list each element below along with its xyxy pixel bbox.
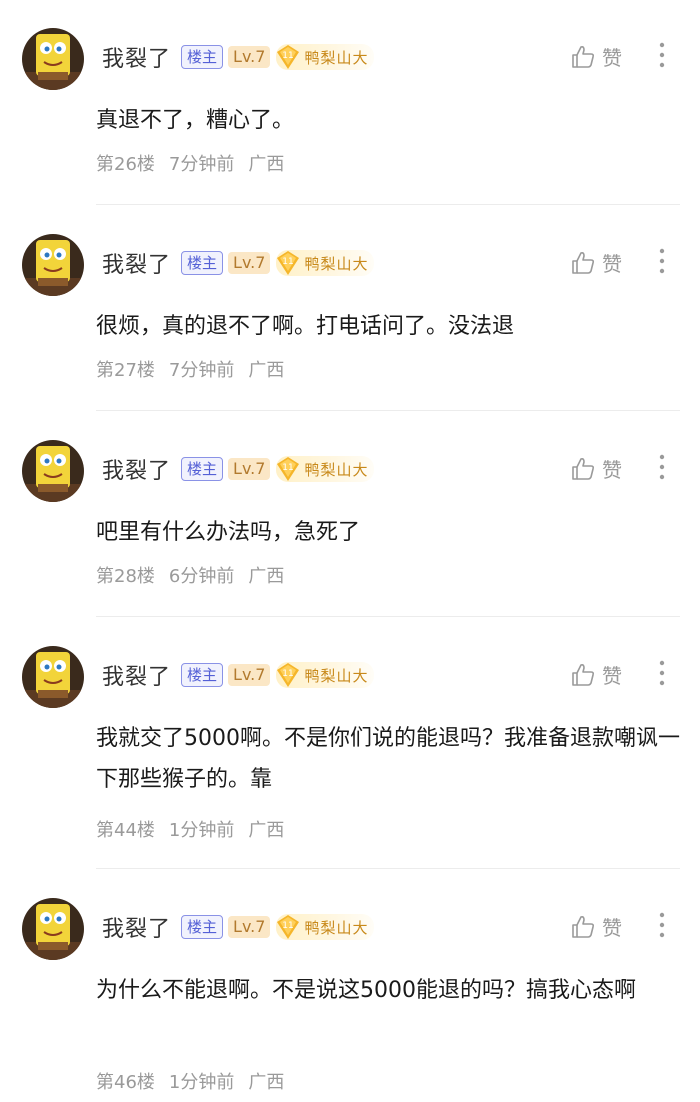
- diamond-badge-icon: 11: [277, 45, 300, 69]
- svg-text:11: 11: [283, 257, 294, 267]
- location: 广西: [248, 360, 285, 381]
- fan-badge[interactable]: 11 鸭梨山大: [276, 250, 375, 276]
- like-label: 赞: [602, 458, 622, 482]
- like-label: 赞: [602, 916, 622, 940]
- thumbs-up-icon: [572, 251, 595, 274]
- more-options-icon[interactable]: [652, 452, 672, 482]
- fan-group-name: 鸭梨山大: [304, 666, 369, 685]
- level-badge: Lv.7: [228, 46, 271, 68]
- level-badge: Lv.7: [228, 664, 271, 686]
- like-label: 赞: [602, 664, 622, 688]
- comment-content: 很烦，真的退不了啊。打电话问了。没法退: [96, 314, 515, 339]
- fan-group-name: 鸭梨山大: [304, 460, 369, 479]
- svg-text:11: 11: [283, 921, 294, 931]
- thumbs-up-icon: [572, 663, 595, 686]
- thumbs-up-icon: [572, 915, 595, 938]
- comment-meta: 第28楼 6分钟前 广西: [96, 562, 298, 588]
- op-badge: 楼主: [181, 45, 224, 69]
- more-options-icon[interactable]: [652, 246, 672, 276]
- divider: [96, 616, 680, 617]
- post-time: 7分钟前: [168, 360, 235, 381]
- floor-number: 第44楼: [96, 820, 155, 841]
- like-button[interactable]: 赞: [570, 912, 622, 941]
- fan-badge[interactable]: 11 鸭梨山大: [276, 456, 375, 482]
- svg-text:11: 11: [283, 51, 294, 61]
- comment-content: 吧里有什么办法吗，急死了: [96, 520, 361, 545]
- diamond-badge-icon: 11: [277, 251, 300, 275]
- op-badge: 楼主: [181, 457, 224, 481]
- floor-number: 第27楼: [96, 360, 155, 381]
- diamond-badge-icon: 11: [277, 457, 300, 481]
- username[interactable]: 我裂了: [102, 453, 171, 485]
- avatar[interactable]: [22, 234, 84, 296]
- post-time: 1分钟前: [168, 1072, 235, 1093]
- op-badge: 楼主: [181, 915, 224, 939]
- divider: [96, 410, 680, 411]
- fan-group-name: 鸭梨山大: [304, 48, 369, 67]
- svg-text:11: 11: [283, 463, 294, 473]
- username[interactable]: 我裂了: [102, 659, 171, 691]
- comment-content: 我就交了5000啊。不是你们说的能退吗？我准备退款嘲讽一下那些猴子的。靠: [96, 726, 680, 792]
- thumbs-up-icon: [572, 457, 595, 480]
- post-time: 6分钟前: [168, 566, 235, 587]
- fan-group-name: 鸭梨山大: [304, 254, 369, 273]
- comment-header: 我裂了 楼主 Lv.7 11 鸭梨山大: [102, 452, 375, 486]
- op-badge: 楼主: [181, 251, 224, 275]
- post-time: 7分钟前: [168, 154, 235, 175]
- level-badge: Lv.7: [228, 252, 271, 274]
- location: 广西: [248, 820, 285, 841]
- more-options-icon[interactable]: [652, 40, 672, 70]
- comment-content: 为什么不能退啊。不是说这5000能退的吗？搞我心态啊: [96, 978, 636, 1003]
- post-time: 1分钟前: [168, 820, 235, 841]
- location: 广西: [248, 154, 285, 175]
- like-label: 赞: [602, 46, 622, 70]
- comment-header: 我裂了 楼主 Lv.7 11 鸭梨山大: [102, 910, 375, 944]
- comment-meta: 第46楼 1分钟前 广西: [96, 1068, 298, 1094]
- comment-meta: 第44楼 1分钟前 广西: [96, 816, 298, 842]
- more-options-icon[interactable]: [652, 658, 672, 688]
- username[interactable]: 我裂了: [102, 41, 171, 73]
- fan-group-name: 鸭梨山大: [304, 918, 369, 937]
- svg-text:11: 11: [283, 669, 294, 679]
- floor-number: 第28楼: [96, 566, 155, 587]
- op-badge: 楼主: [181, 663, 224, 687]
- level-badge: Lv.7: [228, 916, 271, 938]
- comment-meta: 第27楼 7分钟前 广西: [96, 356, 298, 382]
- divider: [96, 868, 680, 869]
- avatar[interactable]: [22, 898, 84, 960]
- floor-number: 第46楼: [96, 1072, 155, 1093]
- like-button[interactable]: 赞: [570, 454, 622, 483]
- location: 广西: [248, 1072, 285, 1093]
- more-options-icon[interactable]: [652, 910, 672, 940]
- comment-content: 真退不了，糟心了。: [96, 108, 295, 133]
- avatar[interactable]: [22, 28, 84, 90]
- location: 广西: [248, 566, 285, 587]
- comment-header: 我裂了 楼主 Lv.7 11 鸭梨山大: [102, 40, 375, 74]
- diamond-badge-icon: 11: [277, 915, 300, 939]
- username[interactable]: 我裂了: [102, 247, 171, 279]
- diamond-badge-icon: 11: [277, 663, 300, 687]
- like-button[interactable]: 赞: [570, 42, 622, 71]
- divider: [96, 204, 680, 205]
- fan-badge[interactable]: 11 鸭梨山大: [276, 662, 375, 688]
- like-button[interactable]: 赞: [570, 248, 622, 277]
- avatar[interactable]: [22, 646, 84, 708]
- thumbs-up-icon: [572, 45, 595, 68]
- fan-badge[interactable]: 11 鸭梨山大: [276, 44, 375, 70]
- comment-header: 我裂了 楼主 Lv.7 11 鸭梨山大: [102, 246, 375, 280]
- avatar[interactable]: [22, 440, 84, 502]
- fan-badge[interactable]: 11 鸭梨山大: [276, 914, 375, 940]
- username[interactable]: 我裂了: [102, 911, 171, 943]
- comment-header: 我裂了 楼主 Lv.7 11 鸭梨山大: [102, 658, 375, 692]
- floor-number: 第26楼: [96, 154, 155, 175]
- like-button[interactable]: 赞: [570, 660, 622, 689]
- level-badge: Lv.7: [228, 458, 271, 480]
- comment-meta: 第26楼 7分钟前 广西: [96, 150, 298, 176]
- like-label: 赞: [602, 252, 622, 276]
